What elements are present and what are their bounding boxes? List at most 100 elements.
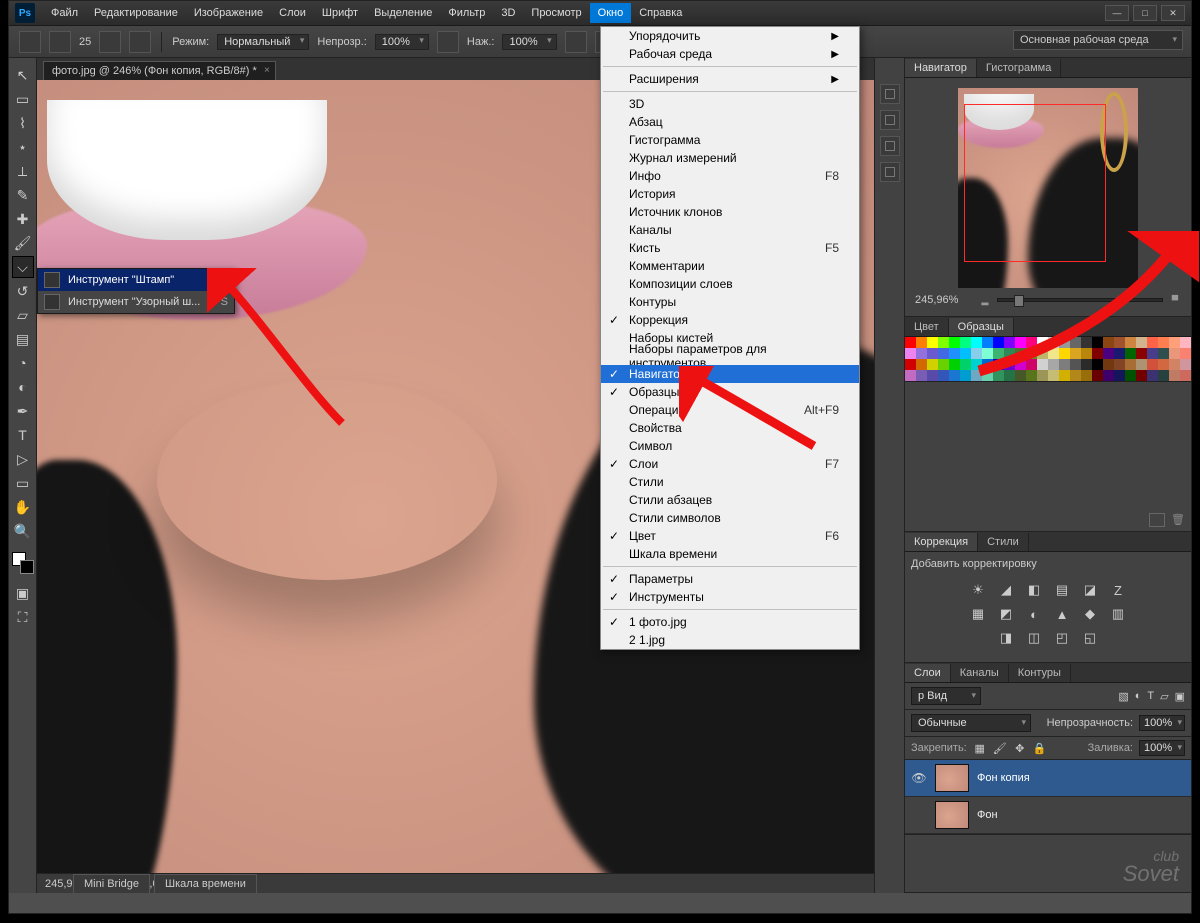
collapsed-panel-icon[interactable]: [880, 110, 900, 130]
swatch[interactable]: [927, 370, 938, 381]
flyout-item[interactable]: Инструмент "Штамп"S: [38, 269, 234, 291]
channels-tab[interactable]: Каналы: [951, 664, 1009, 682]
timeline-tab[interactable]: Шкала времени: [154, 874, 257, 893]
swatch[interactable]: [938, 359, 949, 370]
brush-preview-button[interactable]: [49, 31, 71, 53]
pressure-opacity-icon[interactable]: [437, 31, 459, 53]
brush-tool[interactable]: 🖌: [12, 232, 34, 254]
mode-select[interactable]: Нормальный: [217, 34, 309, 50]
layer-row[interactable]: 👁Фон копия: [905, 760, 1191, 797]
menu-просмотр[interactable]: Просмотр: [523, 3, 589, 23]
document-tab[interactable]: фото.jpg @ 246% (Фон копия, RGB/8#) * ×: [43, 61, 276, 80]
swatch[interactable]: [905, 370, 916, 381]
menu-item[interactable]: 3D: [601, 95, 859, 113]
menu-изображение[interactable]: Изображение: [186, 3, 271, 23]
filter-pixel-icon[interactable]: ▧: [1118, 690, 1128, 703]
menu-item[interactable]: Каналы: [601, 221, 859, 239]
menu-item[interactable]: Абзац: [601, 113, 859, 131]
paths-tab[interactable]: Контуры: [1009, 664, 1071, 682]
hand-tool[interactable]: ✋: [12, 496, 34, 518]
move-tool[interactable]: ↖: [12, 64, 34, 86]
nav-zoom-value[interactable]: 245,96%: [915, 294, 973, 306]
swatch[interactable]: [927, 337, 938, 348]
menu-item[interactable]: ✓Коррекция: [601, 311, 859, 329]
menu-item[interactable]: ✓Параметры: [601, 570, 859, 588]
layer-row[interactable]: Фон: [905, 797, 1191, 834]
menu-item[interactable]: Комментарии: [601, 257, 859, 275]
filter-smart-icon[interactable]: ▣: [1175, 690, 1185, 703]
swatch[interactable]: [916, 348, 927, 359]
collapsed-panel-icon[interactable]: [880, 136, 900, 156]
lock-trans-icon[interactable]: ▦: [973, 741, 987, 755]
swatch[interactable]: [916, 337, 927, 348]
flyout-item[interactable]: Инструмент "Узорный ш...S: [38, 291, 234, 313]
filter-shape-icon[interactable]: ▱: [1160, 690, 1168, 703]
navigator-tab[interactable]: Навигатор: [905, 59, 977, 77]
color-tab[interactable]: Цвет: [905, 318, 949, 336]
new-swatch-icon[interactable]: [1149, 513, 1165, 527]
workspace-select[interactable]: Основная рабочая среда: [1013, 30, 1183, 50]
layer-opacity-field[interactable]: 100%: [1139, 715, 1185, 731]
opacity-field[interactable]: 100%: [375, 34, 429, 50]
layer-thumbnail[interactable]: [935, 764, 969, 792]
color-swatches[interactable]: [12, 552, 34, 574]
menu-item[interactable]: ИнфоF8: [601, 167, 859, 185]
gradient-tool[interactable]: ▤: [12, 328, 34, 350]
collapsed-panel-icon[interactable]: [880, 162, 900, 182]
filter-adj-icon[interactable]: ◐: [1135, 690, 1142, 702]
menu-item[interactable]: ✓Инструменты: [601, 588, 859, 606]
swatch[interactable]: [938, 337, 949, 348]
menu-item[interactable]: 2 1.jpg: [601, 631, 859, 649]
swatch[interactable]: [905, 337, 916, 348]
quickmask-tool[interactable]: ▣: [12, 582, 34, 604]
lasso-tool[interactable]: ⌇: [12, 112, 34, 134]
menu-item[interactable]: Расширения▶: [601, 70, 859, 88]
maximize-button[interactable]: □: [1133, 5, 1157, 21]
trash-icon[interactable]: 🗑: [1171, 513, 1185, 527]
type-tool[interactable]: T: [12, 424, 34, 446]
minimize-button[interactable]: —: [1105, 5, 1129, 21]
mini-bridge-tab[interactable]: Mini Bridge: [73, 874, 150, 893]
swatch[interactable]: [916, 370, 927, 381]
menu-item[interactable]: Журнал измерений: [601, 149, 859, 167]
path-select-tool[interactable]: ▷: [12, 448, 34, 470]
menu-item[interactable]: КистьF5: [601, 239, 859, 257]
blend-mode-select[interactable]: Обычные: [911, 714, 1031, 732]
screenmode-tool[interactable]: ⛶: [12, 606, 34, 628]
menu-item[interactable]: ✓СлоиF7: [601, 455, 859, 473]
menu-item[interactable]: Наборы параметров для инструментов: [601, 347, 859, 365]
menu-слои[interactable]: Слои: [271, 3, 314, 23]
layer-visibility-icon[interactable]: 👁: [911, 771, 927, 785]
eraser-tool[interactable]: ▱: [12, 304, 34, 326]
menu-фильтр[interactable]: Фильтр: [440, 3, 493, 23]
swatch[interactable]: [938, 370, 949, 381]
blur-tool[interactable]: ◔: [12, 352, 34, 374]
menu-окно[interactable]: Окно: [590, 3, 632, 23]
styles-tab[interactable]: Стили: [978, 533, 1029, 551]
marquee-tool[interactable]: ▭: [12, 88, 34, 110]
collapsed-panel-icon[interactable]: [880, 84, 900, 104]
clone-stamp-tool[interactable]: ⌵: [12, 256, 34, 278]
swatch[interactable]: [927, 348, 938, 359]
menu-item[interactable]: Контуры: [601, 293, 859, 311]
swatch[interactable]: [949, 370, 960, 381]
menu-item[interactable]: Стили символов: [601, 509, 859, 527]
menu-файл[interactable]: Файл: [43, 3, 86, 23]
layer-thumbnail[interactable]: [935, 801, 969, 829]
layer-fill-field[interactable]: 100%: [1139, 740, 1185, 756]
layer-kind-select[interactable]: р Вид: [911, 687, 981, 705]
adjustments-tab[interactable]: Коррекция: [905, 533, 978, 551]
pen-tool[interactable]: ✒: [12, 400, 34, 422]
menu-item[interactable]: Источник клонов: [601, 203, 859, 221]
menu-item[interactable]: Шкала времени: [601, 545, 859, 563]
healing-tool[interactable]: ✚: [12, 208, 34, 230]
shape-tool[interactable]: ▭: [12, 472, 34, 494]
menu-item[interactable]: Стили абзацев: [601, 491, 859, 509]
menu-справка[interactable]: Справка: [631, 3, 690, 23]
menu-item[interactable]: Рабочая среда▶: [601, 45, 859, 63]
brush-panel-button[interactable]: [99, 31, 121, 53]
wand-tool[interactable]: ⋆: [12, 136, 34, 158]
dodge-tool[interactable]: ◐: [12, 376, 34, 398]
menu-item[interactable]: Гистограмма: [601, 131, 859, 149]
menu-item[interactable]: Композиции слоев: [601, 275, 859, 293]
